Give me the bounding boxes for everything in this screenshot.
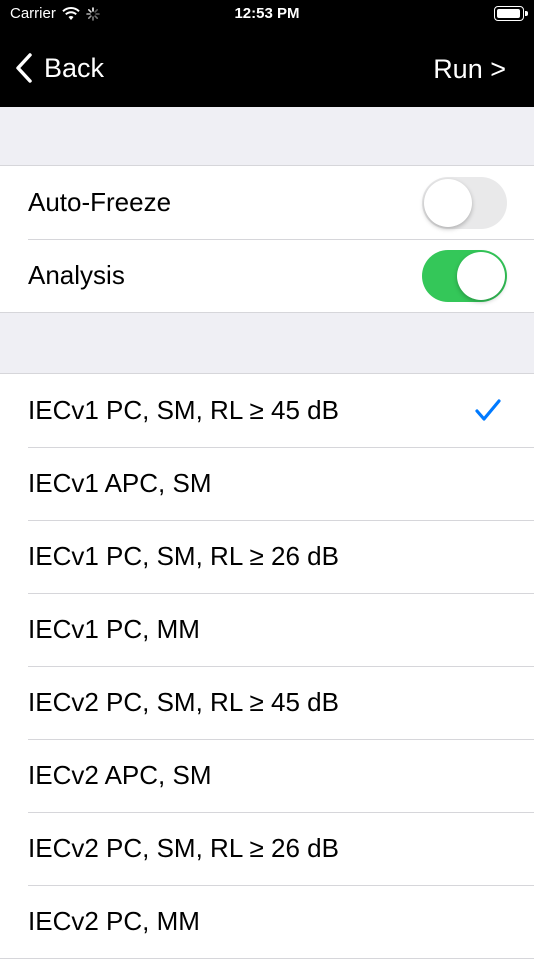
standard-label: IECv1 PC, SM, RL ≥ 26 dB bbox=[28, 541, 339, 571]
standard-item[interactable]: IECv1 PC, SM, RL ≥ 45 dB bbox=[0, 374, 534, 447]
back-label: Back bbox=[44, 52, 105, 83]
back-button[interactable]: Back bbox=[14, 52, 104, 84]
analysis-row: Analysis bbox=[0, 239, 534, 312]
standard-label: IECv2 PC, SM, RL ≥ 45 dB bbox=[28, 687, 339, 717]
navigation-bar: Back Run > bbox=[0, 28, 534, 107]
analysis-toggle[interactable] bbox=[422, 250, 507, 302]
standard-label: IECv1 PC, SM, RL ≥ 45 dB bbox=[28, 395, 339, 425]
status-time: 12:53 PM bbox=[234, 5, 300, 22]
analysis-label: Analysis bbox=[28, 260, 125, 290]
standard-item[interactable]: IECv1 PC, SM, RL ≥ 26 dB bbox=[0, 520, 534, 593]
standard-label: IECv1 PC, MM bbox=[28, 614, 200, 644]
standard-item[interactable]: IECv2 PC, SM, RL ≥ 45 dB bbox=[0, 666, 534, 739]
toggle-knob bbox=[457, 252, 505, 300]
status-bar: Carrier 12:53 PM bbox=[0, 0, 534, 28]
standard-label: IECv2 APC, SM bbox=[28, 760, 212, 790]
chevron-left-icon bbox=[16, 53, 32, 83]
auto-freeze-row: Auto-Freeze bbox=[0, 166, 534, 239]
run-button[interactable]: Run > bbox=[433, 54, 506, 85]
standard-item[interactable]: IECv2 PC, MM bbox=[0, 885, 534, 958]
standard-label: IECv2 PC, MM bbox=[28, 906, 200, 936]
checkmark-icon bbox=[475, 399, 501, 421]
standard-label: IECv1 APC, SM bbox=[28, 468, 212, 498]
standards-list: IECv1 PC, SM, RL ≥ 45 dB IECv1 APC, SM I… bbox=[0, 373, 534, 959]
settings-group: Auto-Freeze Analysis bbox=[0, 165, 534, 313]
toggle-knob bbox=[424, 179, 472, 227]
standard-item[interactable]: IECv1 APC, SM bbox=[0, 447, 534, 520]
auto-freeze-label: Auto-Freeze bbox=[28, 187, 172, 217]
auto-freeze-toggle[interactable] bbox=[422, 177, 507, 229]
standard-item[interactable]: IECv1 PC, MM bbox=[0, 593, 534, 666]
standard-item[interactable]: IECv2 PC, SM, RL ≥ 26 dB bbox=[0, 812, 534, 885]
standard-label: IECv2 PC, SM, RL ≥ 26 dB bbox=[28, 833, 339, 863]
battery-icon bbox=[494, 6, 528, 21]
standard-item[interactable]: IECv2 APC, SM bbox=[0, 739, 534, 812]
battery-level bbox=[497, 9, 520, 18]
